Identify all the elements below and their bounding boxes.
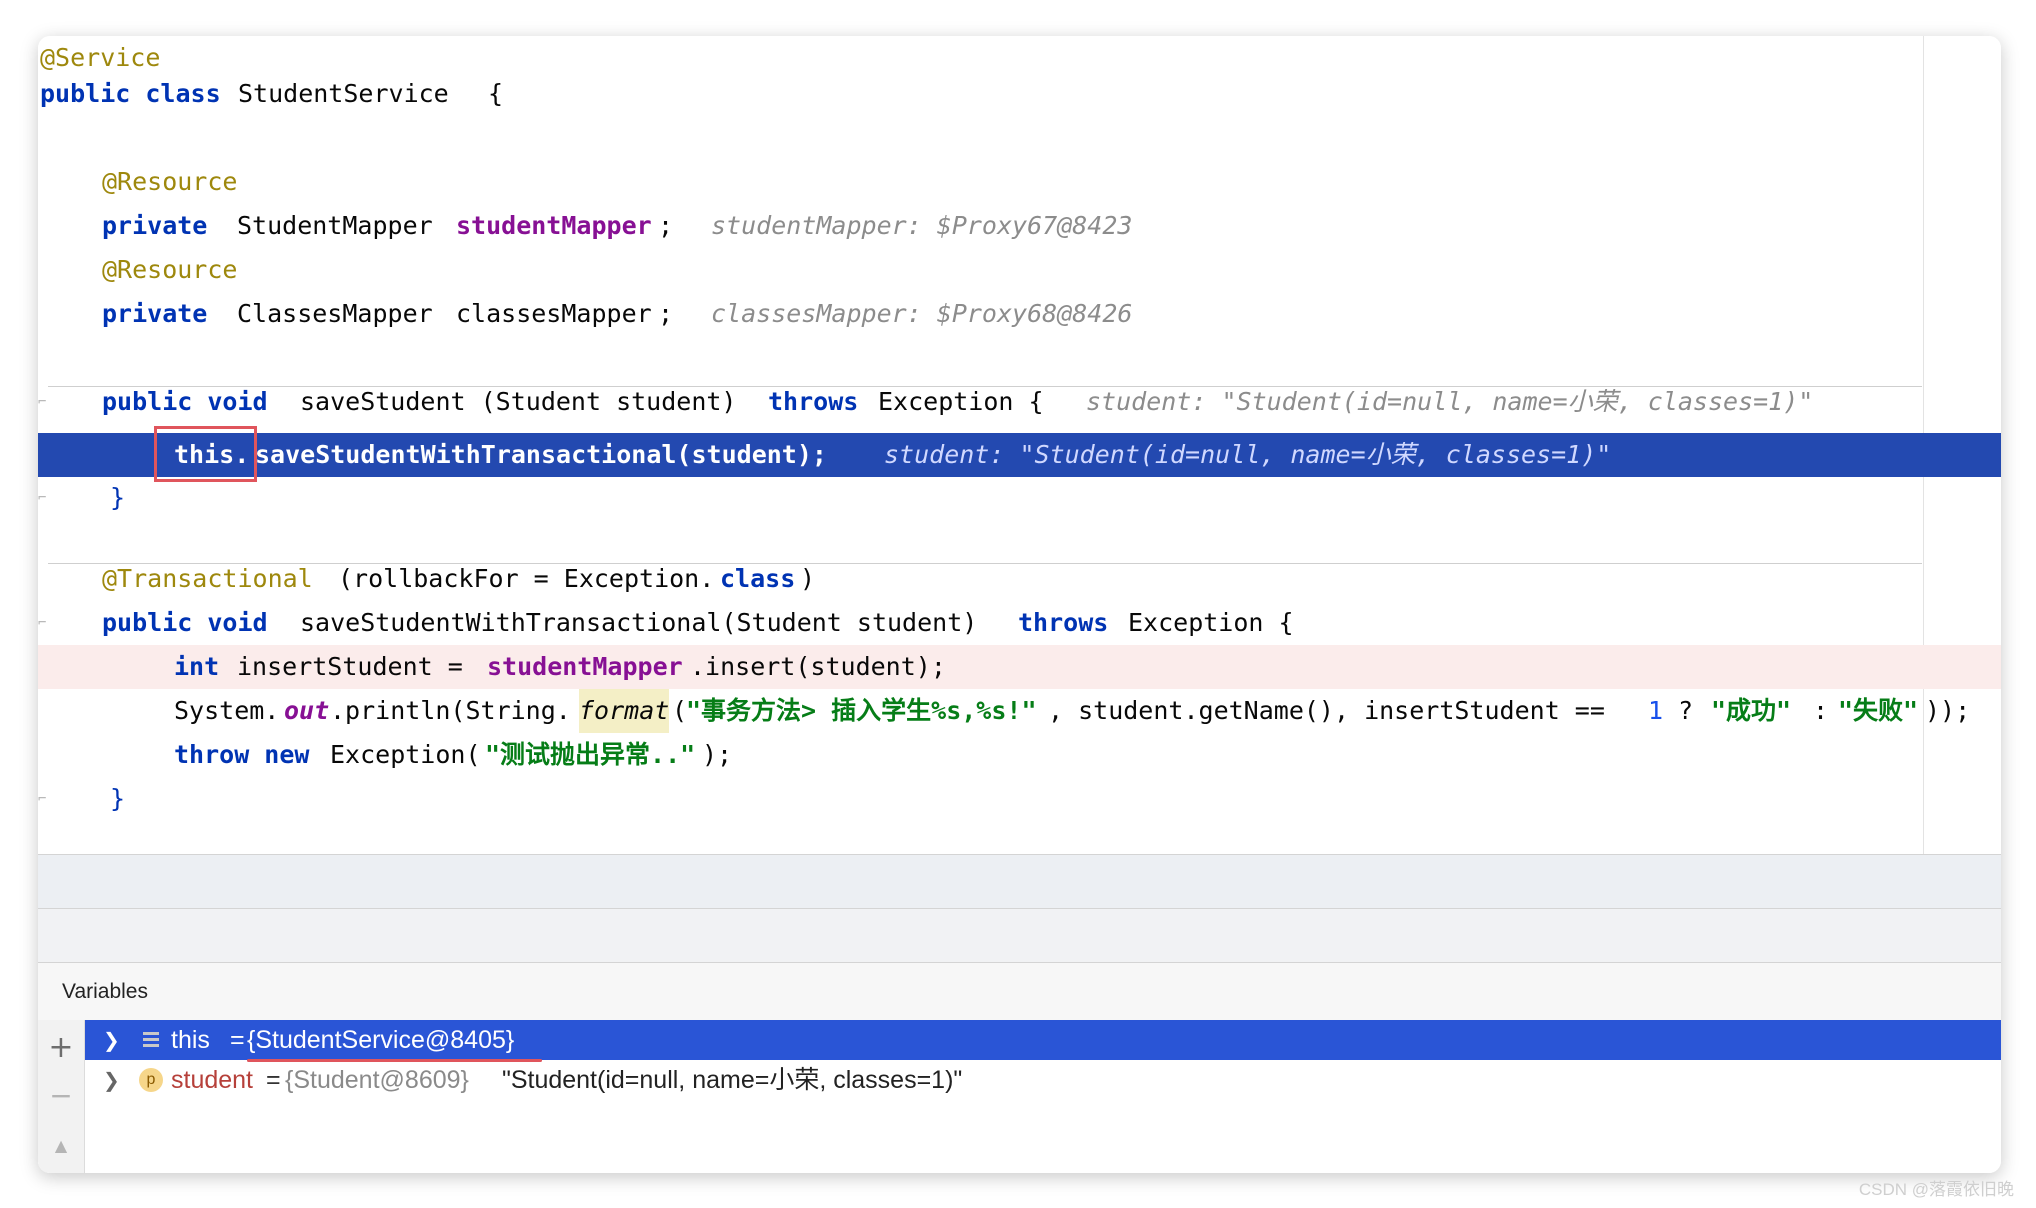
add-watch-button[interactable]: + — [38, 1028, 84, 1068]
keyword-throws: throws — [1018, 608, 1109, 637]
closing-paren: ); — [702, 740, 733, 769]
variable-row-this[interactable]: ❯ this = {StudentService@8405} — [85, 1020, 2001, 1060]
code-line-14: System. out .println(String. format ( "事… — [38, 689, 2001, 733]
brace: { — [488, 79, 504, 108]
inline-debug-hint: classesMapper: $Proxy68@8426 — [711, 299, 1133, 328]
method-call: saveStudentWithTransactional(student); — [255, 440, 827, 469]
variable-name: this — [171, 1026, 210, 1054]
code-line-15: throw new Exception( "测试抛出异常.." ); — [38, 733, 2001, 777]
ternary: : — [1798, 696, 1844, 725]
code-editor[interactable]: @Service public class StudentService { @… — [38, 36, 2001, 854]
parameter-icon: p — [139, 1068, 163, 1092]
variables-side-toolbar: + − ▲ — [38, 1020, 85, 1173]
args: , student.getName(), insertStudent == — [1048, 696, 1620, 725]
watermark: CSDN @落霞依旧晚 — [1858, 1180, 2014, 1199]
string-literal: "事务方法> 插入学生%s,%s!" — [686, 696, 1037, 725]
method-call: .insert(student); — [690, 652, 946, 681]
editor-status-strip — [38, 854, 2001, 909]
static-field-out: out — [284, 696, 330, 725]
semicolon: ; — [658, 211, 674, 240]
keyword-private: private — [102, 211, 208, 240]
code-line-4: @Resource — [38, 160, 2001, 204]
variable-value: {Student@8609} — [285, 1066, 469, 1094]
keyword-public-void: public void — [102, 608, 268, 637]
semicolon: ; — [658, 299, 674, 328]
keyword-class: class — [720, 564, 796, 593]
exception-ctor: Exception( — [330, 740, 481, 769]
variable-eq: = — [259, 1066, 288, 1094]
variable-decl: insertStudent = — [237, 652, 478, 681]
class-name: StudentService — [238, 79, 449, 108]
string-literal: "失败" — [1838, 696, 1919, 725]
expand-chevron-icon[interactable]: ❯ — [103, 1060, 120, 1100]
variable-tostring: "Student(id=null, name=小荣, classes=1)" — [495, 1066, 963, 1094]
debugger-toolbar-strip — [38, 908, 2001, 963]
move-up-button[interactable]: ▲ — [38, 1126, 84, 1166]
number-literal: 1 — [1648, 696, 1664, 725]
code-line-2: public class StudentService { — [38, 72, 2001, 116]
closing-parens: )); — [1925, 696, 1971, 725]
ide-window: @Service public class StudentService { @… — [38, 36, 2001, 1173]
variable-name: student — [171, 1066, 254, 1094]
string-literal: "测试抛出异常.." — [485, 740, 696, 769]
ternary: ? — [1663, 696, 1709, 725]
current-execution-line[interactable]: this. saveStudentWithTransactional(stude… — [38, 433, 2001, 477]
fields-icon — [143, 1032, 159, 1047]
remove-watch-button[interactable]: − — [38, 1076, 84, 1116]
exception-type: Exception { — [878, 387, 1044, 416]
fold-marker-icon[interactable]: ⌐ — [38, 790, 50, 808]
annotation-args: (rollbackFor = Exception. — [338, 564, 715, 593]
field-name: classesMapper — [456, 299, 652, 328]
field-name: studentMapper — [456, 211, 652, 240]
method-signature: saveStudent (Student student) — [300, 387, 737, 416]
keyword-throw-new: throw new — [174, 740, 310, 769]
exception-type: Exception { — [1128, 608, 1294, 637]
variables-panel-header: Variables — [38, 962, 2001, 1022]
code-line-10: ⌐ } — [38, 476, 2001, 520]
code-line-7: private ClassesMapper classesMapper ; cl… — [38, 292, 2001, 336]
fold-marker-icon[interactable]: ⌐ — [38, 489, 50, 507]
closing-brace: } — [110, 784, 126, 813]
type-name: StudentMapper — [237, 211, 433, 240]
type-name: ClassesMapper — [237, 299, 433, 328]
code-line-8: ⌐ public void saveStudent (Student stude… — [38, 380, 2001, 424]
breakpoint-line[interactable]: int insertStudent = studentMapper .inser… — [38, 645, 2001, 689]
fold-marker-icon[interactable]: ⌐ — [38, 614, 50, 632]
this-highlight-box — [154, 426, 257, 482]
paren: ) — [800, 564, 816, 593]
closing-brace: } — [110, 483, 126, 512]
variable-row-student[interactable]: ❯ p student = {Student@8609} "Student(id… — [85, 1060, 2001, 1100]
annotation-transactional: @Transactional — [102, 564, 313, 593]
expand-chevron-icon[interactable]: ❯ — [103, 1020, 120, 1060]
inline-debug-hint: student: "Student(id=null, name=小荣, clas… — [884, 440, 1612, 469]
code-line-11: @Transactional (rollbackFor = Exception.… — [38, 557, 2001, 601]
format-method: format — [579, 689, 670, 733]
string-literal: "成功" — [1711, 696, 1792, 725]
annotation-resource: @Resource — [102, 255, 238, 284]
fold-marker-icon[interactable]: ⌐ — [38, 393, 50, 411]
keyword-throws: throws — [768, 387, 859, 416]
code-line-5: private StudentMapper studentMapper ; st… — [38, 204, 2001, 248]
keyword-int: int — [174, 652, 220, 681]
method-signature: saveStudentWithTransactional(Student stu… — [300, 608, 978, 637]
variables-title: Variables — [62, 980, 148, 1003]
keyword-private: private — [102, 299, 208, 328]
keyword-public-class: public class — [40, 79, 221, 108]
annotation-resource: @Resource — [102, 167, 238, 196]
system-ref: System. — [174, 696, 280, 725]
code-line-16: ⌐ } — [38, 777, 2001, 821]
inline-debug-hint: student: "Student(id=null, name=小荣, clas… — [1086, 387, 1814, 416]
code-line-12: ⌐ public void saveStudentWithTransaction… — [38, 601, 2001, 645]
field-ref: studentMapper — [487, 652, 683, 681]
variable-value: {StudentService@8405} — [247, 1026, 515, 1054]
keyword-public-void: public void — [102, 387, 268, 416]
paren: ( — [672, 696, 688, 725]
println-call: .println(String. — [330, 696, 571, 725]
code-line-6: @Resource — [38, 248, 2001, 292]
inline-debug-hint: studentMapper: $Proxy67@8423 — [711, 211, 1133, 240]
